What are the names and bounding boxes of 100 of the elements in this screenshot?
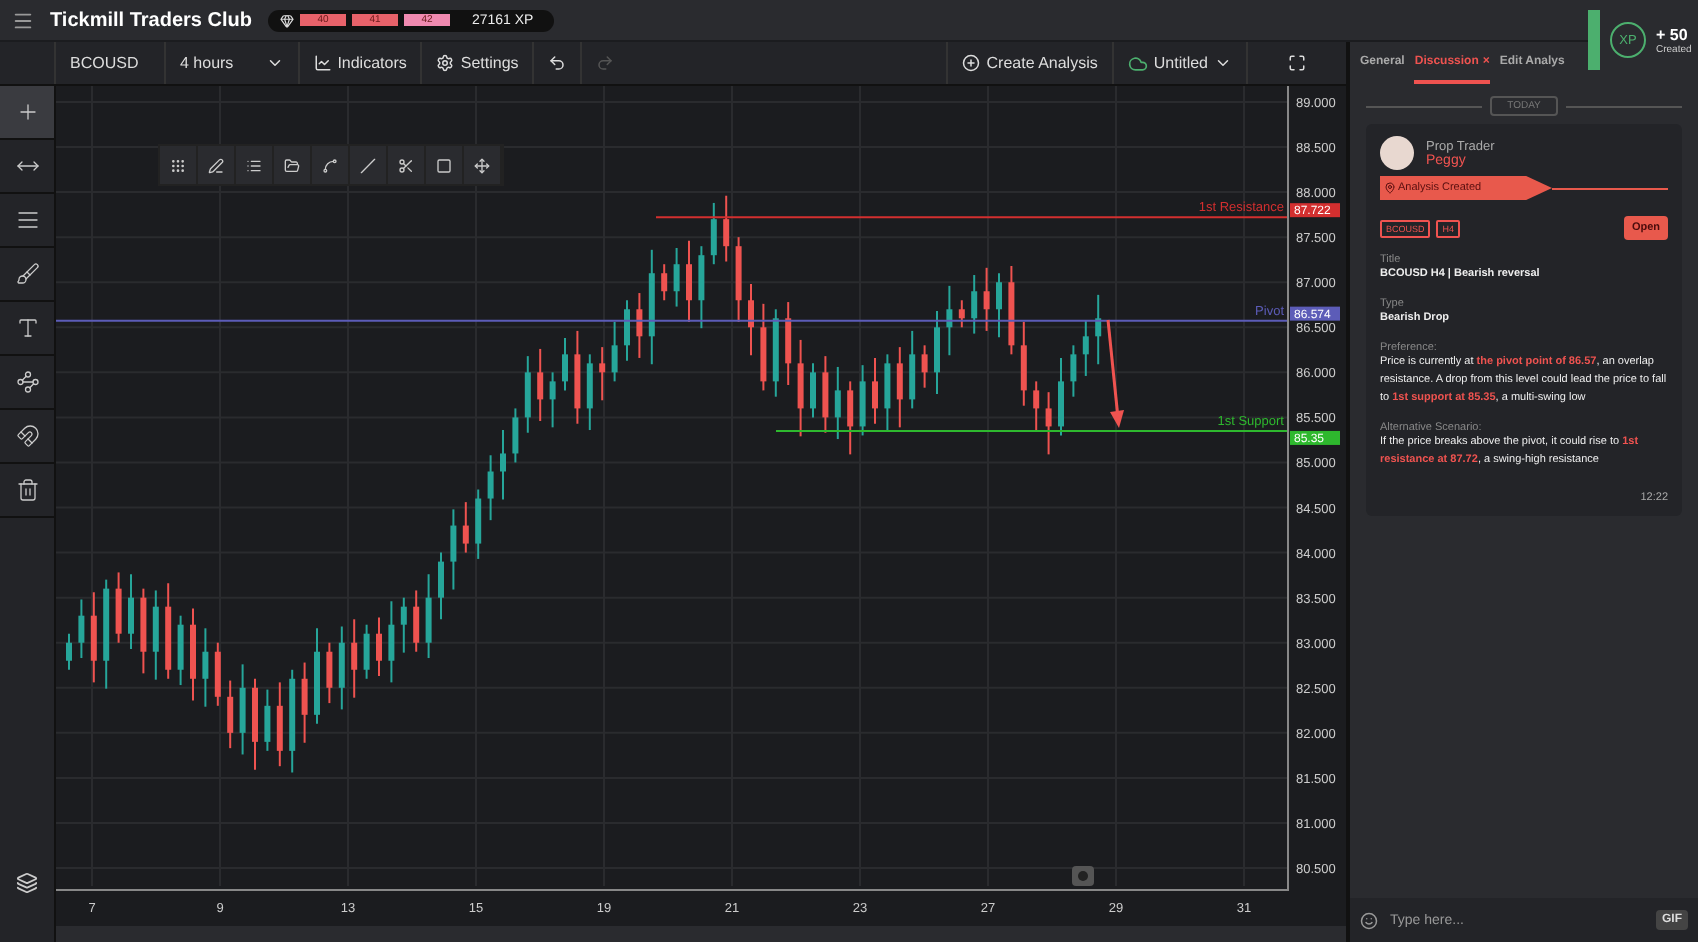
candle — [537, 347, 544, 422]
candle — [190, 607, 196, 702]
interval-dropdown[interactable]: 4 hours — [164, 42, 298, 84]
candle — [524, 355, 531, 434]
save-dropdown[interactable]: Untitled — [1111, 42, 1246, 84]
candle — [214, 641, 221, 707]
candle — [152, 589, 159, 681]
candle — [202, 627, 209, 708]
candle — [562, 337, 568, 392]
candle — [884, 353, 891, 432]
candle — [326, 641, 333, 705]
candle — [847, 380, 854, 456]
candle — [574, 329, 581, 425]
move-icon — [474, 157, 490, 173]
candle — [363, 623, 370, 680]
emoji-icon[interactable] — [1360, 911, 1378, 929]
candle — [90, 591, 97, 684]
settings-button[interactable]: Settings — [420, 42, 533, 84]
candle — [822, 355, 829, 434]
crosshair-tool[interactable] — [0, 86, 54, 140]
grip-icon — [170, 157, 186, 173]
candle — [909, 329, 916, 410]
settings-icon — [436, 54, 455, 72]
magnet-icon — [15, 424, 39, 448]
lines-icon — [15, 208, 39, 232]
app-title: Tickmill Traders Club — [50, 9, 252, 31]
chevron-down-icon — [1214, 54, 1232, 72]
candle — [785, 301, 792, 386]
candle — [735, 236, 742, 323]
create-analysis-button[interactable]: Create Analysis — [946, 42, 1112, 84]
indicators-button[interactable]: Indicators — [297, 42, 421, 84]
candle — [946, 284, 953, 357]
candle — [351, 618, 358, 699]
candle — [599, 346, 606, 402]
redo-icon — [596, 54, 615, 72]
text-icon — [15, 316, 39, 340]
candle — [772, 308, 779, 398]
symbol-label[interactable]: BCOUSD — [54, 42, 164, 84]
candle — [103, 578, 110, 690]
candle — [661, 263, 668, 302]
candle — [760, 302, 767, 392]
candle — [686, 239, 692, 323]
candle — [450, 508, 457, 591]
candle — [140, 587, 147, 675]
candle — [400, 596, 407, 654]
candle — [921, 344, 928, 389]
candle — [549, 371, 556, 429]
candle — [227, 679, 234, 750]
candle — [252, 677, 258, 771]
candle — [438, 551, 444, 621]
avatar — [1380, 136, 1414, 170]
candle — [376, 616, 382, 678]
candle — [338, 625, 345, 711]
candle — [586, 353, 593, 432]
candle — [512, 407, 519, 464]
candle — [462, 501, 469, 554]
layers-icon — [16, 872, 38, 894]
candle — [425, 573, 432, 660]
candle — [314, 627, 320, 725]
scissors-icon — [398, 157, 414, 173]
candle — [165, 582, 172, 680]
candle — [301, 661, 308, 744]
candle — [487, 454, 494, 522]
candle — [810, 362, 816, 419]
candle — [1008, 265, 1015, 356]
chart-icon — [313, 54, 332, 72]
line-icon — [360, 157, 376, 173]
candle — [276, 681, 283, 768]
candle — [78, 598, 85, 660]
candle — [710, 201, 717, 266]
candle — [128, 573, 134, 651]
pen-icon — [208, 157, 224, 173]
candle — [896, 346, 903, 429]
candle — [1020, 320, 1027, 407]
candle — [636, 292, 643, 359]
list-icon — [246, 157, 262, 173]
candle — [648, 248, 655, 366]
candle — [624, 299, 630, 362]
crosshair-icon — [15, 100, 39, 124]
candle — [1070, 344, 1077, 398]
candle — [1033, 380, 1040, 432]
candle — [475, 488, 482, 560]
candle — [1058, 356, 1064, 437]
candle — [859, 364, 866, 437]
candle — [611, 320, 618, 383]
candle — [388, 600, 395, 684]
candle — [115, 571, 122, 644]
candle — [934, 310, 940, 395]
menu-icon[interactable] — [12, 9, 34, 31]
candle — [748, 283, 754, 357]
candle — [289, 668, 296, 774]
candle — [723, 194, 730, 263]
candle — [673, 247, 680, 308]
candle — [872, 356, 878, 425]
folder-icon — [284, 157, 300, 173]
plus-circle-icon — [962, 54, 981, 72]
candle — [500, 429, 506, 501]
candle — [797, 338, 804, 438]
pin-icon — [1384, 182, 1396, 194]
xp-points: + 50 — [1656, 25, 1690, 43]
